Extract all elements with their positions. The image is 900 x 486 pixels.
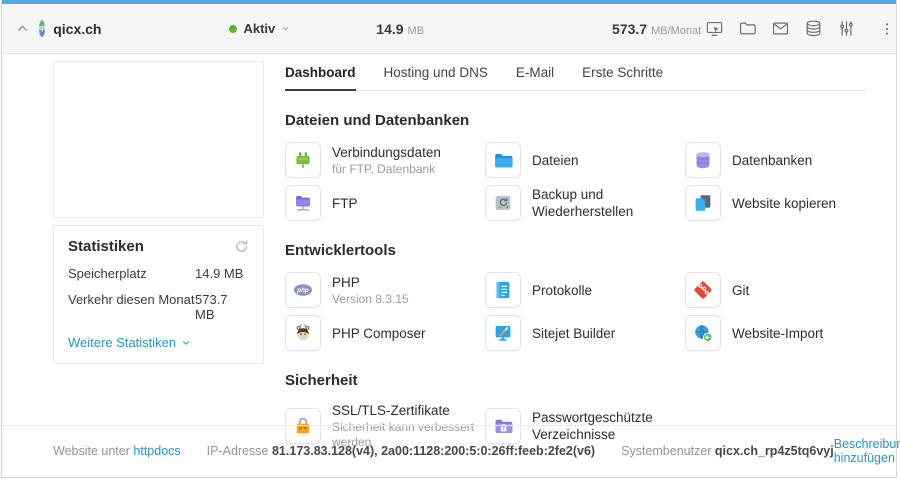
composer-icon: [285, 315, 321, 351]
httpdocs-link[interactable]: httpdocs: [133, 444, 180, 458]
sidebar-column: Statistiken Speicherplatz14.9 MBVerkehr …: [53, 61, 264, 425]
domain-footer: Website unter httpdocs IP-Adresse 81.173…: [2, 425, 896, 477]
tile-subtitle: Version 8.3.15: [332, 292, 409, 307]
domain-card-window: qi qicx.ch Aktiv 14.9 MB 573.7 MB/Monat …: [1, 0, 897, 478]
tile-git[interactable]: Git: [685, 272, 870, 308]
copy-website-icon: [685, 185, 721, 221]
tile-website-import[interactable]: Website-Import: [685, 315, 870, 351]
tool-grid: Verbindungsdatenfür FTP, Datenbank Dateie…: [285, 142, 866, 221]
website-root-segment: Website unter httpdocs: [53, 444, 181, 458]
tile-label: SSL/TLS-Zertifikate: [332, 402, 485, 419]
traffic-value: 573.7: [612, 21, 647, 37]
domain-topbar: qi qicx.ch Aktiv 14.9 MB 573.7 MB/Monat: [2, 4, 896, 54]
files-folder-icon: [485, 142, 521, 178]
svg-text:php: php: [296, 287, 309, 294]
chevron-down-icon: [281, 24, 290, 33]
system-user-value: qicx.ch_rp4z5tq6vyj: [715, 444, 834, 458]
tile-php-composer[interactable]: PHP Composer: [285, 315, 485, 351]
php-icon: php: [285, 272, 321, 308]
more-statistics-link[interactable]: Weitere Statistiken: [68, 335, 249, 350]
statistics-title: Statistiken: [68, 238, 144, 255]
tab-dashboard[interactable]: Dashboard: [285, 61, 356, 91]
disk-usage-value: 14.9: [376, 21, 403, 37]
database-icon[interactable]: [800, 16, 826, 42]
website-import-icon: [685, 315, 721, 351]
main-area: Statistiken Speicherplatz14.9 MBVerkehr …: [2, 54, 896, 425]
stats-row: Speicherplatz14.9 MB: [68, 266, 249, 281]
git-icon: [685, 272, 721, 308]
tile-label: Git: [732, 282, 749, 299]
more-statistics-label: Weitere Statistiken: [68, 335, 176, 350]
tile-dateien[interactable]: Dateien: [485, 142, 685, 178]
tile-label: PHP Composer: [332, 325, 426, 342]
tile-label: Dateien: [532, 152, 579, 169]
website-preview-thumbnail[interactable]: [53, 61, 264, 218]
tile-label: Website-Import: [732, 325, 823, 342]
tile-backup-und-wiederherstellen[interactable]: Backup und Wiederherstellen: [485, 185, 685, 221]
tile-sitejet-builder[interactable]: Sitejet Builder: [485, 315, 685, 351]
tile-php[interactable]: php PHPVersion 8.3.15: [285, 272, 485, 308]
disk-usage-metric: 14.9 MB: [376, 21, 424, 37]
tile-website-kopieren[interactable]: Website kopieren: [685, 185, 870, 221]
tile-protokolle[interactable]: Protokolle: [485, 272, 685, 308]
section-title: Dateien und Datenbanken: [285, 112, 866, 129]
ip-address-segment: IP-Adresse 81.173.83.128(v4), 2a00:1128:…: [207, 444, 595, 458]
preview-icon[interactable]: [701, 16, 727, 42]
tile-label: Sitejet Builder: [532, 325, 615, 342]
databases-icon: [685, 142, 721, 178]
tile-subtitle: für FTP, Datenbank: [332, 162, 441, 177]
disk-usage-unit: MB: [408, 25, 425, 37]
content-column: Dashboard Hosting und DNS E-Mail Erste Schr…: [285, 61, 866, 425]
status-label: Aktiv: [243, 21, 275, 36]
traffic-metric: 573.7 MB/Monat: [612, 21, 701, 37]
backup-icon: [485, 185, 521, 221]
sliders-icon[interactable]: [833, 16, 859, 42]
chevron-down-icon: [181, 338, 191, 348]
status-dot: [229, 25, 237, 33]
ftp-icon: [285, 185, 321, 221]
tab-e-mail[interactable]: E-Mail: [516, 61, 554, 91]
collapse-chevron-up-icon[interactable]: [16, 16, 29, 42]
section-title: Sicherheit: [285, 372, 866, 389]
kebab-menu-icon[interactable]: [874, 16, 900, 42]
domain-tabs: Dashboard Hosting und DNS E-Mail Erste Schr…: [285, 61, 866, 91]
stats-label: Speicherplatz: [68, 266, 195, 281]
topbar-quick-actions: [701, 16, 900, 42]
refresh-icon[interactable]: [234, 239, 249, 254]
system-user-label: Systembenutzer: [621, 444, 711, 458]
traffic-unit: MB/Monat: [651, 25, 701, 37]
ip-address-value: 81.173.83.128(v4), 2a00:1128:200:5:0:26f…: [272, 444, 595, 458]
status-dropdown[interactable]: Aktiv: [229, 21, 290, 36]
domain-name[interactable]: qicx.ch: [53, 21, 101, 37]
system-user-segment: Systembenutzer qicx.ch_rp4z5tq6vyj: [621, 444, 834, 458]
tile-label: Website kopieren: [732, 195, 836, 212]
tile-datenbanken[interactable]: Datenbanken: [685, 142, 870, 178]
logs-icon: [485, 272, 521, 308]
add-description-link[interactable]: Beschreibung hinzufügen: [834, 437, 900, 465]
folder-icon[interactable]: [734, 16, 760, 42]
tile-label: FTP: [332, 195, 358, 212]
tile-ftp[interactable]: FTP: [285, 185, 485, 221]
section-title: Entwicklertools: [285, 242, 866, 259]
ip-address-label: IP-Adresse: [207, 444, 269, 458]
stats-value: 573.7 MB: [195, 292, 249, 322]
stats-label: Verkehr diesen Monat: [68, 292, 195, 322]
website-root-label: Website unter: [53, 444, 130, 458]
sitejet-icon: [485, 315, 521, 351]
tile-label: Protokolle: [532, 282, 592, 299]
tile-label: Backup und Wiederherstellen: [532, 186, 685, 220]
tab-hosting-und-dns[interactable]: Hosting und DNS: [384, 61, 488, 91]
tile-label: Datenbanken: [732, 152, 812, 169]
tool-grid: php PHPVersion 8.3.15 Protokolle Git PHP Com…: [285, 272, 866, 351]
stats-value: 14.9 MB: [195, 266, 243, 281]
plug-icon: [285, 142, 321, 178]
tab-erste-schritte[interactable]: Erste Schritte: [582, 61, 663, 91]
tile-label: Verbindungsdaten: [332, 144, 441, 161]
mail-icon[interactable]: [767, 16, 793, 42]
statistics-card: Statistiken Speicherplatz14.9 MBVerkehr …: [53, 225, 264, 364]
tile-verbindungsdaten[interactable]: Verbindungsdatenfür FTP, Datenbank: [285, 142, 485, 178]
tile-label: PHP: [332, 274, 409, 291]
stats-row: Verkehr diesen Monat573.7 MB: [68, 292, 249, 322]
domain-favicon: qi: [39, 20, 45, 37]
